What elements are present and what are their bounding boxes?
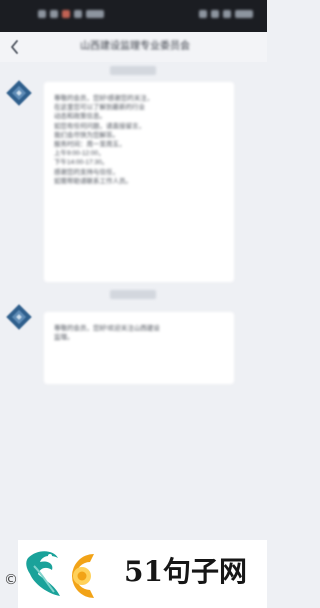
message-line: 感谢您的支持与信任， [54, 168, 119, 176]
watermark: 51句子网 [18, 540, 267, 608]
notification-icon [62, 10, 70, 18]
chat-area[interactable]: 尊敬的会员，您好!感谢您的关注， 在这里您可以了解到最新的行业 动态和政策信息。… [0, 62, 267, 540]
avatar[interactable] [6, 304, 32, 330]
message-line: 尊敬的会员，您好!欢迎关注山西建设 [54, 325, 160, 332]
status-notifications [38, 10, 104, 18]
notification-icon [50, 10, 58, 18]
notification-icon [86, 10, 104, 18]
message-line: 在这里您可以了解到最新的行业 [54, 104, 145, 112]
page-title: 山西建设监理专业委员会 [80, 41, 190, 52]
message-line: 下午14:00-17:30。 [54, 159, 109, 167]
status-bar [0, 0, 267, 32]
notification-icon [74, 10, 82, 18]
clock-icon [235, 10, 253, 18]
message-line: 上午9:00-12:00， [54, 150, 105, 158]
watermark-text: 51句子网 [124, 555, 247, 588]
notification-icon [38, 10, 46, 18]
message-line: 服务时间：周一至周五， [54, 141, 126, 149]
message-line: 动态和政策信息。 [54, 113, 106, 121]
timestamp-pill [110, 290, 156, 299]
message-bubble[interactable]: 尊敬的会员，您好!欢迎关注山西建设 监理。 [44, 312, 234, 384]
status-system-icons [199, 10, 253, 18]
watermark-logo [26, 551, 94, 598]
wifi-icon [211, 10, 219, 18]
message-line: 如您有任何问题，请直接留言， [54, 122, 145, 130]
message-bubble[interactable]: 尊敬的会员，您好!感谢您的关注， 在这里您可以了解到最新的行业 动态和政策信息。… [44, 82, 234, 282]
battery-icon [223, 10, 231, 18]
message-line: 监理。 [54, 334, 74, 342]
avatar[interactable] [6, 80, 32, 106]
nav-bar: 山西建设监理专业委员会 [0, 32, 267, 62]
message-line: 尊敬的会员，您好!感谢您的关注， [54, 95, 154, 102]
signal-icon [199, 10, 207, 18]
message-line: 我们会尽快为您解答。 [54, 131, 119, 139]
message-line: 如需帮助请联系工作人员。 [54, 177, 132, 185]
back-icon[interactable] [7, 38, 23, 56]
timestamp-pill [110, 66, 156, 75]
partial-icon: © [4, 572, 18, 588]
